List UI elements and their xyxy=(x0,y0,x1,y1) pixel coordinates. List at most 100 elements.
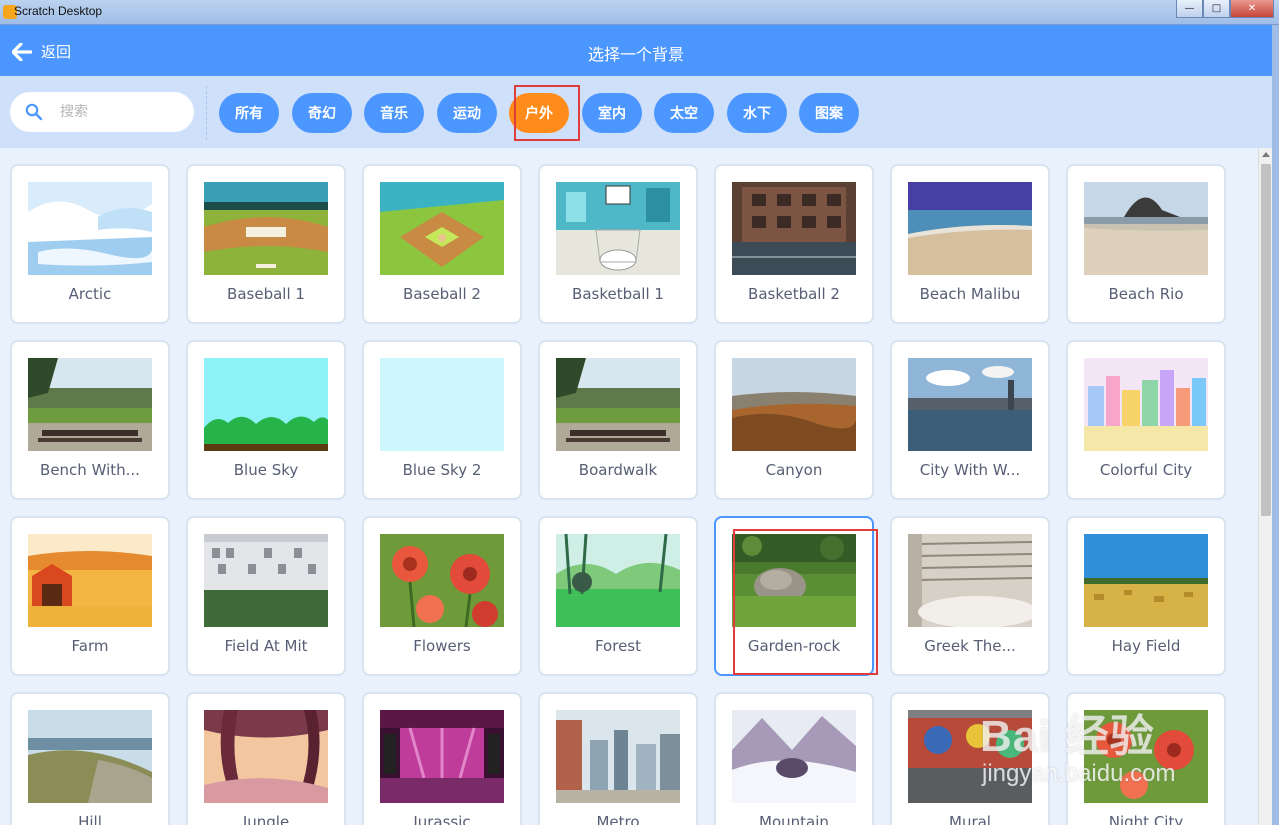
backdrop-card-jurassic[interactable]: Jurassic xyxy=(362,692,522,825)
hay-field-thumbnail xyxy=(1084,534,1208,627)
search-box[interactable] xyxy=(10,92,194,132)
backdrop-card-blue-sky[interactable]: Blue Sky xyxy=(186,340,346,500)
backdrop-card-beach-rio[interactable]: Beach Rio xyxy=(1066,164,1226,324)
backdrop-label: Night City xyxy=(1108,813,1184,825)
city-water-thumbnail xyxy=(908,358,1032,451)
flowers-thumbnail xyxy=(1084,710,1208,803)
backdrop-card-forest[interactable]: Forest xyxy=(538,516,698,676)
backdrop-label: Field At Mit xyxy=(224,637,308,655)
tag-all[interactable]: 所有 xyxy=(219,93,279,133)
backdrop-label: Canyon xyxy=(765,461,823,479)
maximize-button[interactable]: □ xyxy=(1203,0,1230,18)
window-frame-edge xyxy=(1272,25,1279,825)
tag-music[interactable]: 音乐 xyxy=(364,93,424,133)
page-title: 选择一个背景 xyxy=(587,45,684,64)
jungle-thumbnail xyxy=(204,710,328,803)
backdrop-card-flowers[interactable]: Flowers xyxy=(362,516,522,676)
backdrop-card-basketball-1[interactable]: Basketball 1 xyxy=(538,164,698,324)
backdrop-label: Beach Rio xyxy=(1108,285,1184,303)
hill-thumbnail xyxy=(28,710,152,803)
backdrop-card-baseball-1[interactable]: Baseball 1 xyxy=(186,164,346,324)
window-titlebar: Scratch Desktop — □ ✕ xyxy=(0,0,1279,25)
backdrop-label: Metro xyxy=(596,813,640,825)
minimize-button[interactable]: — xyxy=(1176,0,1203,18)
mural-thumbnail xyxy=(908,710,1032,803)
tag-outdoors[interactable]: 户外 xyxy=(509,93,569,133)
bench-thumbnail xyxy=(556,358,680,451)
backdrop-label: Boardwalk xyxy=(578,461,658,479)
flowers-thumbnail xyxy=(380,534,504,627)
stage-thumbnail xyxy=(380,710,504,803)
backdrop-label: Blue Sky xyxy=(233,461,299,479)
backdrop-card-bench-with-view[interactable]: Bench With... xyxy=(10,340,170,500)
backdrop-card-mural[interactable]: Mural xyxy=(890,692,1050,825)
search-icon xyxy=(25,103,43,121)
backdrop-label: Mural xyxy=(949,813,991,825)
field-building-thumbnail xyxy=(204,534,328,627)
scrollbar-thumb[interactable] xyxy=(1261,164,1271,516)
backdrop-label: Beach Malibu xyxy=(919,285,1021,303)
tag-indoors[interactable]: 室内 xyxy=(582,93,642,133)
backdrop-label: Jurassic xyxy=(413,813,471,825)
grid-scrollbar[interactable] xyxy=(1258,148,1272,825)
backdrop-card-beach-malibu[interactable]: Beach Malibu xyxy=(890,164,1050,324)
search-input[interactable] xyxy=(60,104,180,120)
tag-patterns[interactable]: 图案 xyxy=(799,93,859,133)
backdrop-card-garden-rock[interactable]: Garden-rock xyxy=(714,516,874,676)
backdrop-card-mountain[interactable]: Mountain xyxy=(714,692,874,825)
filter-divider xyxy=(206,86,207,140)
backdrop-card-hill[interactable]: Hill xyxy=(10,692,170,825)
backdrop-card-metro[interactable]: Metro xyxy=(538,692,698,825)
arctic-thumbnail xyxy=(28,182,152,275)
backdrop-card-basketball-2[interactable]: Basketball 2 xyxy=(714,164,874,324)
bench-thumbnail xyxy=(28,358,152,451)
basketball-court-thumbnail xyxy=(556,182,680,275)
forest-thumbnail xyxy=(556,534,680,627)
theater-thumbnail xyxy=(908,534,1032,627)
baseball-thumbnail xyxy=(204,182,328,275)
backdrop-card-arctic[interactable]: Arctic xyxy=(10,164,170,324)
backdrop-grid: Arctic Baseball 1 Baseball 2 Basketball … xyxy=(0,148,1258,825)
backdrop-card-jungle[interactable]: Jungle xyxy=(186,692,346,825)
basketball-photo-thumbnail xyxy=(732,182,856,275)
backdrop-card-field-at-mit[interactable]: Field At Mit xyxy=(186,516,346,676)
rock-thumbnail xyxy=(732,534,856,627)
backdrop-card-night-city[interactable]: Night City xyxy=(1066,692,1226,825)
beach-thumbnail xyxy=(908,182,1032,275)
backdrop-label: Colorful City xyxy=(1099,461,1193,479)
colorful-city-thumbnail xyxy=(1084,358,1208,451)
backdrop-label: Bench With... xyxy=(40,461,140,479)
filter-bar: 所有 奇幻 音乐 运动 户外 室内 太空 水下 图案 xyxy=(0,76,1272,148)
library-header: 返回 选择一个背景 xyxy=(0,25,1272,76)
backdrop-card-boardwalk[interactable]: Boardwalk xyxy=(538,340,698,500)
farm-thumbnail xyxy=(28,534,152,627)
backdrop-label: Flowers xyxy=(413,637,471,655)
backdrop-card-hay-field[interactable]: Hay Field xyxy=(1066,516,1226,676)
backdrop-card-city-with-water[interactable]: City With W... xyxy=(890,340,1050,500)
backdrop-label: Baseball 2 xyxy=(403,285,481,303)
backdrop-label: Farm xyxy=(71,637,109,655)
tag-space[interactable]: 太空 xyxy=(654,93,714,133)
metro-thumbnail xyxy=(556,710,680,803)
scroll-up-arrow-icon[interactable] xyxy=(1262,152,1270,157)
canyon-thumbnail xyxy=(732,358,856,451)
backdrop-label: Jungle xyxy=(242,813,290,825)
tag-fantasy[interactable]: 奇幻 xyxy=(292,93,352,133)
backdrop-card-blue-sky-2[interactable]: Blue Sky 2 xyxy=(362,340,522,500)
backdrop-label: Hill xyxy=(78,813,102,825)
backdrop-card-colorful-city[interactable]: Colorful City xyxy=(1066,340,1226,500)
backdrop-label: Forest xyxy=(594,637,642,655)
backdrop-card-farm[interactable]: Farm xyxy=(10,516,170,676)
backdrop-card-baseball-2[interactable]: Baseball 2 xyxy=(362,164,522,324)
tag-underwater[interactable]: 水下 xyxy=(727,93,787,133)
backdrop-card-canyon[interactable]: Canyon xyxy=(714,340,874,500)
backdrop-label: Mountain xyxy=(759,813,829,825)
close-button[interactable]: ✕ xyxy=(1230,0,1274,18)
tag-sports[interactable]: 运动 xyxy=(437,93,497,133)
backdrop-label: Hay Field xyxy=(1111,637,1181,655)
backdrop-label: Basketball 2 xyxy=(748,285,840,303)
window-controls: — □ ✕ xyxy=(1176,0,1274,18)
backdrop-label: Baseball 1 xyxy=(227,285,305,303)
backdrop-card-greek-theater[interactable]: Greek The... xyxy=(890,516,1050,676)
beach-mountain-thumbnail xyxy=(1084,182,1208,275)
